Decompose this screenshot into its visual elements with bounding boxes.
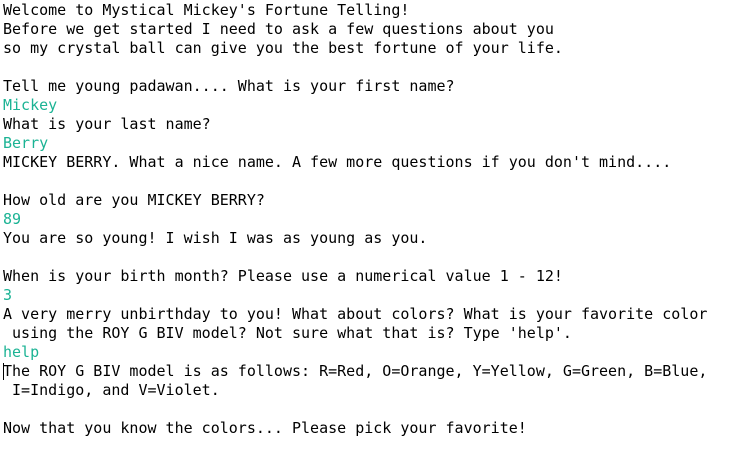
- console-line: Welcome to Mystical Mickey's Fortune Tel…: [3, 1, 410, 19]
- console-line: Tell me young padawan.... What is your f…: [3, 77, 455, 95]
- caret-line-wrapper: The ROY G BIV model is as follows: R=Red…: [0, 362, 730, 381]
- user-input-birth-month: 3: [3, 286, 13, 304]
- user-input-help: help: [3, 343, 40, 361]
- console-line: MICKEY BERRY. What a nice name. A few mo…: [3, 153, 672, 171]
- user-input-last-name: Berry: [3, 134, 49, 152]
- console-line: The ROY G BIV model is as follows: R=Red…: [3, 362, 708, 380]
- console-line: Now that you know the colors... Please p…: [3, 419, 527, 437]
- console-output[interactable]: Welcome to Mystical Mickey's Fortune Tel…: [0, 0, 730, 460]
- console-line: What is your last name?: [3, 115, 211, 133]
- console-line: How old are you MICKEY BERRY?: [3, 191, 265, 209]
- console-line: Before we get started I need to ask a fe…: [3, 20, 554, 38]
- console-line: using the ROY G BIV model? Not sure what…: [3, 324, 572, 342]
- console-line: so my crystal ball can give you the best…: [3, 39, 563, 57]
- text-caret: [3, 363, 4, 380]
- console-line: A very merry unbirthday to you! What abo…: [3, 305, 708, 323]
- user-input-age: 89: [3, 210, 22, 228]
- user-input-first-name: Mickey: [3, 96, 58, 114]
- console-line: When is your birth month? Please use a n…: [3, 267, 563, 285]
- console-line: I=Indigo, and V=Violet.: [3, 381, 220, 399]
- console-line: You are so young! I wish I was as young …: [3, 229, 428, 247]
